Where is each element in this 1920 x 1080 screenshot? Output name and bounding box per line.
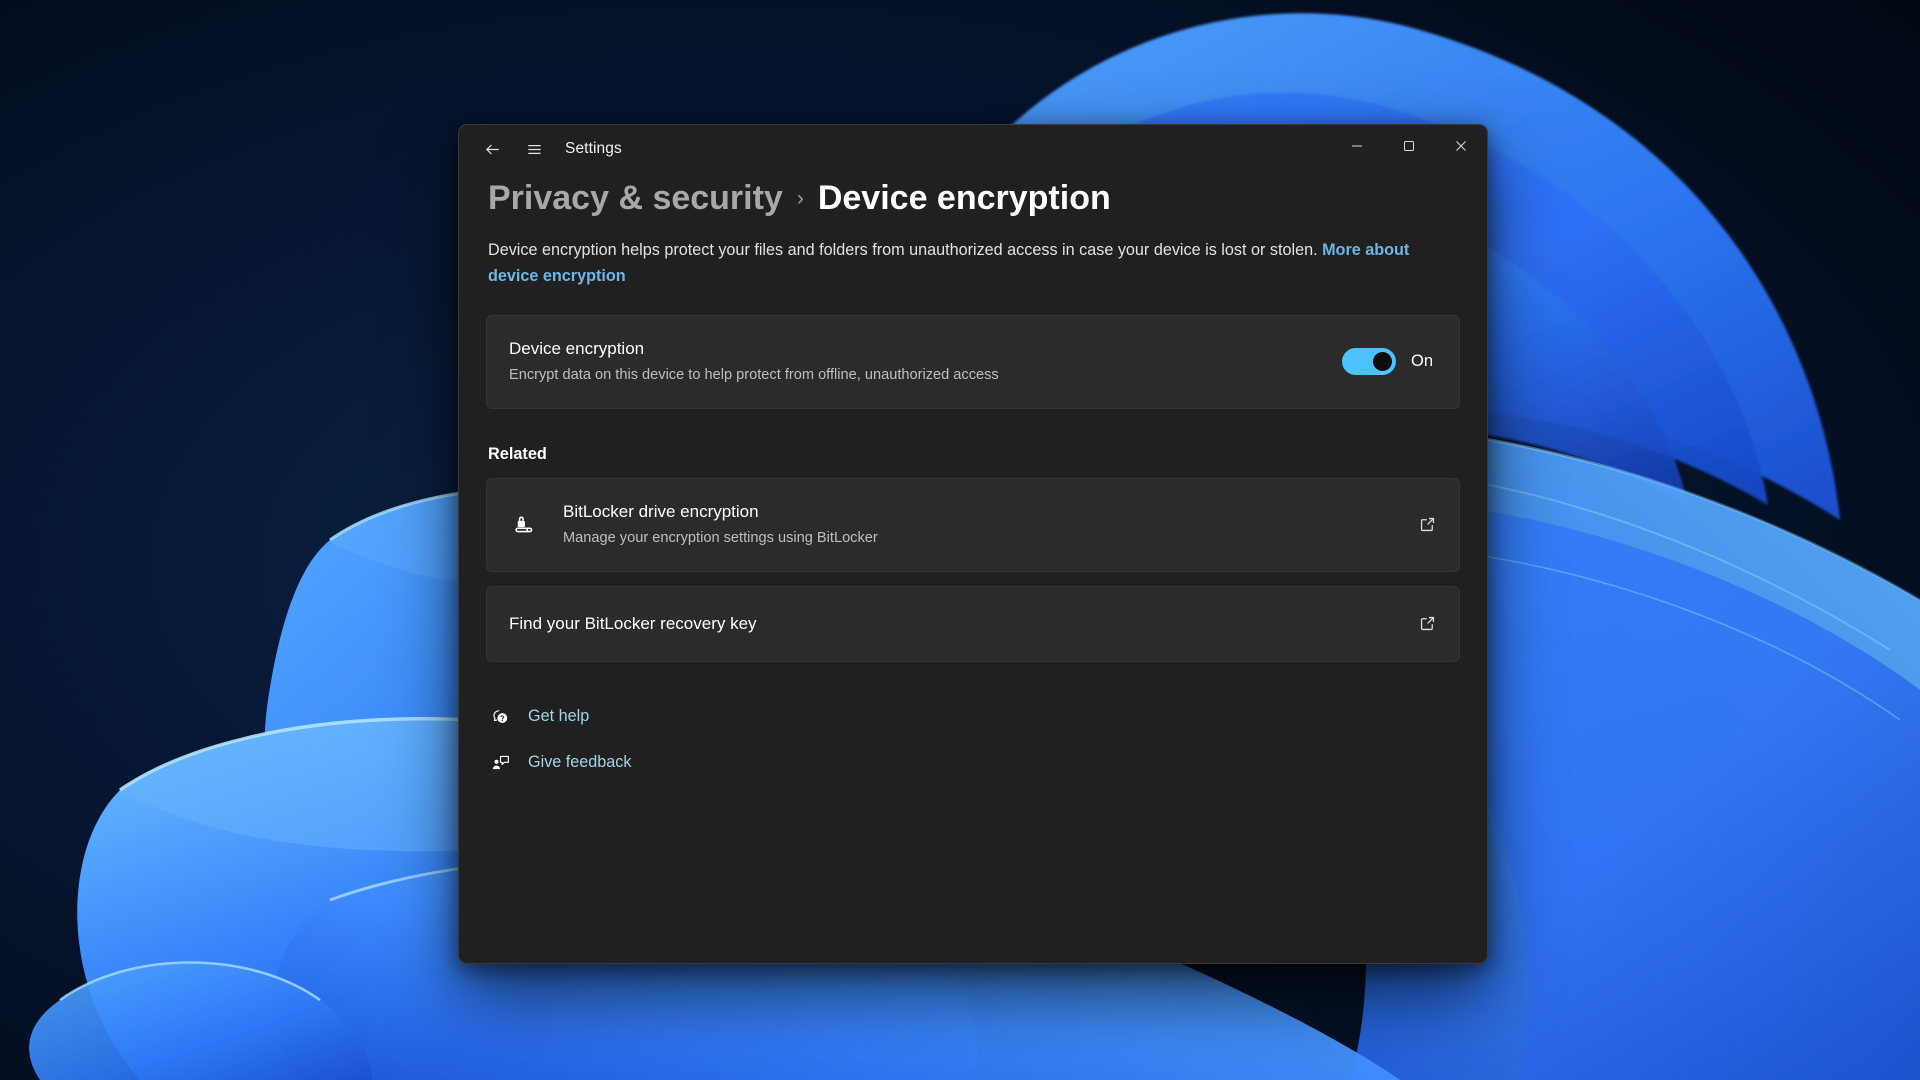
help-question-bubble-icon bbox=[490, 707, 512, 727]
settings-content: Privacy & security › Device encryption D… bbox=[459, 177, 1487, 780]
desktop: Settings Privacy & security › Device enc… bbox=[0, 0, 1920, 1080]
breadcrumb: Privacy & security › Device encryption bbox=[486, 177, 1460, 220]
device-encryption-toggle[interactable] bbox=[1342, 348, 1396, 376]
feedback-person-bubble-icon bbox=[490, 753, 512, 773]
bitlocker-drive-encryption-row[interactable]: BitLocker drive encryption Manage your e… bbox=[486, 477, 1460, 572]
hamburger-menu-icon bbox=[527, 144, 541, 154]
back-button[interactable] bbox=[475, 132, 509, 166]
toggle-knob bbox=[1373, 352, 1392, 372]
window-titlebar: Settings bbox=[459, 125, 1487, 173]
device-encryption-texts: Device encryption Encrypt data on this d… bbox=[509, 338, 1342, 386]
page-title: Device encryption bbox=[817, 179, 1111, 217]
give-feedback-label: Give feedback bbox=[528, 753, 632, 772]
bitlocker-lock-icon bbox=[509, 512, 541, 537]
window-controls bbox=[1331, 125, 1487, 167]
breadcrumb-parent-link[interactable]: Privacy & security bbox=[488, 177, 783, 220]
close-button[interactable] bbox=[1435, 125, 1487, 167]
page-description-text: Device encryption helps protect your fil… bbox=[488, 240, 1318, 259]
recovery-key-title: Find your BitLocker recovery key bbox=[509, 613, 757, 633]
bitlocker-action bbox=[1418, 515, 1437, 534]
device-encryption-subtitle: Encrypt data on this device to help prot… bbox=[509, 367, 999, 384]
device-encryption-title: Device encryption bbox=[509, 339, 645, 359]
bitlocker-title: BitLocker drive encryption bbox=[563, 502, 759, 522]
bitlocker-texts: BitLocker drive encryption Manage your e… bbox=[563, 501, 1418, 549]
bitlocker-subtitle: Manage your encryption settings using Bi… bbox=[563, 530, 878, 547]
recovery-key-texts: Find your BitLocker recovery key bbox=[509, 613, 1418, 636]
device-encryption-toggle-state: On bbox=[1411, 352, 1434, 371]
minimize-button[interactable] bbox=[1331, 125, 1383, 167]
minimize-icon bbox=[1352, 145, 1362, 147]
open-external-icon[interactable] bbox=[1418, 515, 1437, 534]
breadcrumb-chevron-icon: › bbox=[796, 187, 804, 210]
navigation-menu-button[interactable] bbox=[517, 132, 551, 166]
close-icon bbox=[1456, 141, 1466, 151]
footer-links: Get help Give feedback bbox=[486, 700, 1460, 780]
give-feedback-link[interactable]: Give feedback bbox=[490, 746, 631, 780]
recovery-key-action bbox=[1418, 614, 1437, 633]
maximize-button[interactable] bbox=[1383, 125, 1435, 167]
get-help-link[interactable]: Get help bbox=[490, 700, 589, 734]
related-section-heading: Related bbox=[488, 444, 547, 463]
open-external-icon[interactable] bbox=[1418, 614, 1437, 633]
back-arrow-icon bbox=[485, 144, 499, 154]
settings-window: Settings Privacy & security › Device enc… bbox=[458, 124, 1488, 964]
window-title: Settings bbox=[565, 140, 622, 157]
get-help-label: Get help bbox=[528, 707, 590, 726]
device-encryption-control: On bbox=[1342, 348, 1437, 376]
find-bitlocker-recovery-key-row[interactable]: Find your BitLocker recovery key bbox=[486, 585, 1460, 662]
page-description: Device encryption helps protect your fil… bbox=[486, 237, 1431, 289]
maximize-icon bbox=[1404, 141, 1414, 151]
device-encryption-setting-card: Device encryption Encrypt data on this d… bbox=[486, 314, 1460, 409]
